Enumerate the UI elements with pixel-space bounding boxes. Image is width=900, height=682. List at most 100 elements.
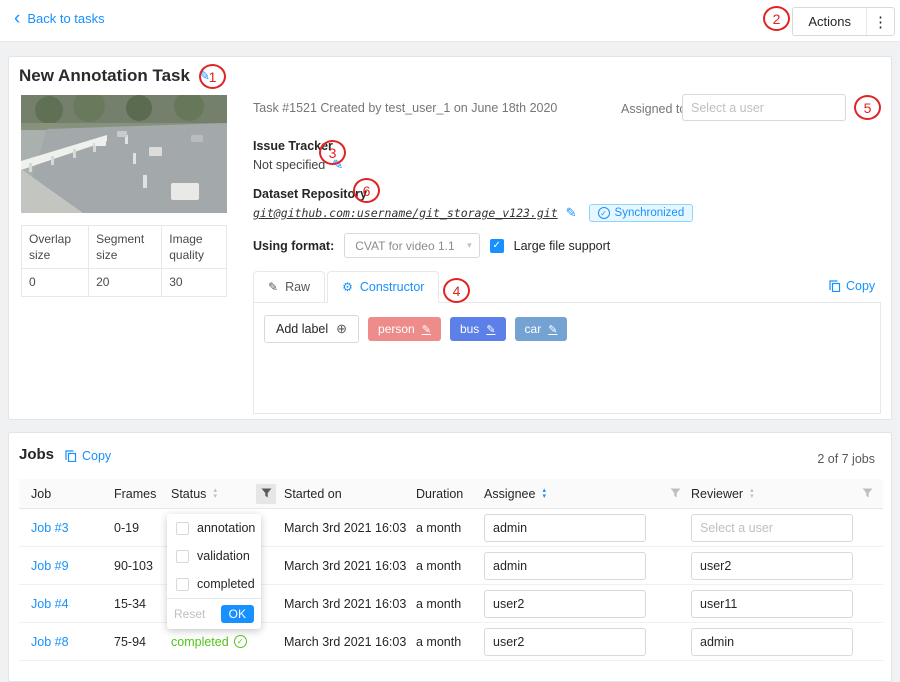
callout-2: 2 — [763, 6, 790, 31]
format-select[interactable]: CVAT for video 1.1 ▾ — [344, 233, 479, 258]
frames-cell: 15-34 — [114, 597, 171, 611]
frames-cell: 75-94 — [114, 635, 171, 649]
column-header-job: Job — [19, 487, 114, 501]
assignee-input[interactable] — [484, 590, 646, 618]
filter-option-annotation[interactable]: annotation — [167, 514, 261, 542]
tab-constructor-label: Constructor — [360, 280, 425, 294]
task-title-row: New Annotation Task ✎ — [19, 66, 210, 86]
dataset-repository-edit-icon[interactable]: ✎ — [566, 205, 577, 221]
jobs-count: 2 of 7 jobs — [817, 452, 875, 466]
filter-option-completed[interactable]: completed — [167, 570, 261, 598]
tab-raw-label: Raw — [285, 280, 310, 294]
synchronized-badge: ✓ Synchronized — [589, 204, 694, 222]
checkbox-icon[interactable] — [176, 522, 189, 535]
job-link[interactable]: Job #4 — [31, 597, 69, 611]
sync-check-icon: ✓ — [598, 207, 610, 219]
callout-6: 6 — [353, 178, 380, 203]
copy-icon — [65, 450, 77, 462]
chevron-down-icon: ▾ — [467, 240, 472, 251]
pencil-icon: ✎ — [268, 280, 278, 294]
sort-icon[interactable]: ▴▾ — [750, 488, 754, 500]
back-link-label: Back to tasks — [27, 11, 104, 26]
tab-raw[interactable]: ✎ Raw — [253, 271, 325, 303]
actions-button[interactable]: Actions ⋮ — [792, 7, 895, 36]
filter-option-validation[interactable]: validation — [167, 542, 261, 570]
table-row: Job #4 15-34 March 3rd 2021 16:03 a mont… — [19, 585, 883, 623]
callout-1: 1 — [199, 64, 226, 89]
callout-4: 4 — [443, 278, 470, 303]
tools-icon: ⚙ — [342, 280, 353, 294]
reviewer-input[interactable] — [691, 628, 853, 656]
reviewer-input[interactable] — [691, 552, 853, 580]
started-cell: March 3rd 2021 16:03 — [284, 635, 416, 649]
dataset-repository-label: Dataset Repository — [253, 187, 367, 201]
assignee-input[interactable] — [484, 514, 646, 542]
reviewer-input[interactable] — [691, 590, 853, 618]
jobs-copy-label: Copy — [82, 449, 111, 463]
add-label-button[interactable]: Add label ⊕ — [264, 315, 359, 343]
job-link[interactable]: Job #9 — [31, 559, 69, 573]
task-title: New Annotation Task — [19, 66, 190, 86]
started-cell: March 3rd 2021 16:03 — [284, 521, 416, 535]
column-header-started: Started on — [284, 487, 416, 501]
reviewer-input[interactable] — [691, 514, 853, 542]
task-meta-text: Task #1521 Created by test_user_1 on Jun… — [253, 101, 557, 115]
column-header-reviewer[interactable]: Reviewer ▴▾ — [691, 487, 883, 501]
label-tag-bus[interactable]: bus ✎ — [450, 317, 506, 341]
job-link[interactable]: Job #3 — [31, 521, 69, 535]
duration-cell: a month — [416, 559, 484, 573]
more-options-icon[interactable]: ⋮ — [866, 8, 894, 35]
frames-cell: 0-19 — [114, 521, 171, 535]
top-bar: ‹ Back to tasks 2 Actions ⋮ — [0, 0, 900, 42]
table-row: Job #8 75-94 completed ✓ March 3rd 2021 … — [19, 623, 883, 661]
task-assignee-input[interactable] — [682, 94, 846, 121]
dataset-repository-row: git@github.com:username/git_storage_v123… — [253, 204, 693, 222]
label-edit-icon[interactable]: ✎ — [422, 323, 431, 336]
back-to-tasks-link[interactable]: ‹ Back to tasks — [14, 11, 105, 26]
label-edit-icon[interactable]: ✎ — [548, 323, 557, 336]
status-completed: completed ✓ — [171, 635, 247, 649]
label-tag-bus-name: bus — [460, 322, 479, 336]
sort-icon[interactable]: ▴▾ — [213, 488, 217, 500]
assignee-input[interactable] — [484, 552, 646, 580]
jobs-table: Job Frames Status ▴▾ Started on Duration… — [19, 479, 883, 661]
started-cell: March 3rd 2021 16:03 — [284, 597, 416, 611]
assignee-input[interactable] — [484, 628, 646, 656]
sort-icon[interactable]: ▴▾ — [542, 488, 546, 500]
task-params-table: Overlap size Segment size Image quality … — [21, 225, 227, 297]
param-value-segment: 20 — [89, 269, 162, 296]
assigned-to-label: Assigned to — [621, 102, 686, 116]
sync-badge-label: Synchronized — [615, 207, 685, 219]
filter-reset-button[interactable]: Reset — [174, 607, 205, 621]
issue-tracker-value: Not specified — [253, 158, 325, 172]
filter-icon-reviewer[interactable] — [862, 488, 873, 499]
tab-constructor[interactable]: ⚙ Constructor — [327, 271, 439, 303]
column-header-assignee[interactable]: Assignee ▴▾ — [484, 487, 691, 501]
jobs-card: Jobs Copy 2 of 7 jobs Job Frames Status … — [8, 432, 892, 682]
using-format-row: Using format: CVAT for video 1.1 ▾ ✓ Lar… — [253, 233, 610, 258]
jobs-copy-button[interactable]: Copy — [65, 449, 111, 463]
column-header-status[interactable]: Status ▴▾ — [171, 484, 284, 504]
labels-copy-button[interactable]: Copy — [829, 279, 875, 293]
checkbox-icon[interactable] — [176, 550, 189, 563]
started-cell: March 3rd 2021 16:03 — [284, 559, 416, 573]
param-header-quality: Image quality — [162, 226, 227, 269]
callout-3: 3 — [319, 140, 346, 165]
large-file-label: Large file support — [514, 239, 611, 253]
task-details-card: New Annotation Task ✎ 1 — [8, 56, 892, 420]
label-tag-person[interactable]: person ✎ — [368, 317, 441, 341]
job-link[interactable]: Job #8 — [31, 635, 69, 649]
checkbox-icon[interactable] — [176, 578, 189, 591]
format-select-value: CVAT for video 1.1 — [355, 239, 454, 253]
table-row: Job #3 0-19 March 3rd 2021 16:03 a month — [19, 509, 883, 547]
actions-button-label: Actions — [793, 8, 866, 35]
label-edit-icon[interactable]: ✎ — [486, 323, 495, 336]
filter-icon-status[interactable] — [256, 484, 276, 504]
callout-5: 5 — [854, 95, 881, 120]
filter-ok-button[interactable]: OK — [221, 605, 254, 623]
label-tag-person-name: person — [378, 322, 415, 336]
plus-circle-icon: ⊕ — [336, 321, 347, 337]
label-tag-car[interactable]: car ✎ — [515, 317, 568, 341]
filter-icon-assignee[interactable] — [670, 488, 681, 499]
large-file-checkbox[interactable]: ✓ — [490, 239, 504, 253]
